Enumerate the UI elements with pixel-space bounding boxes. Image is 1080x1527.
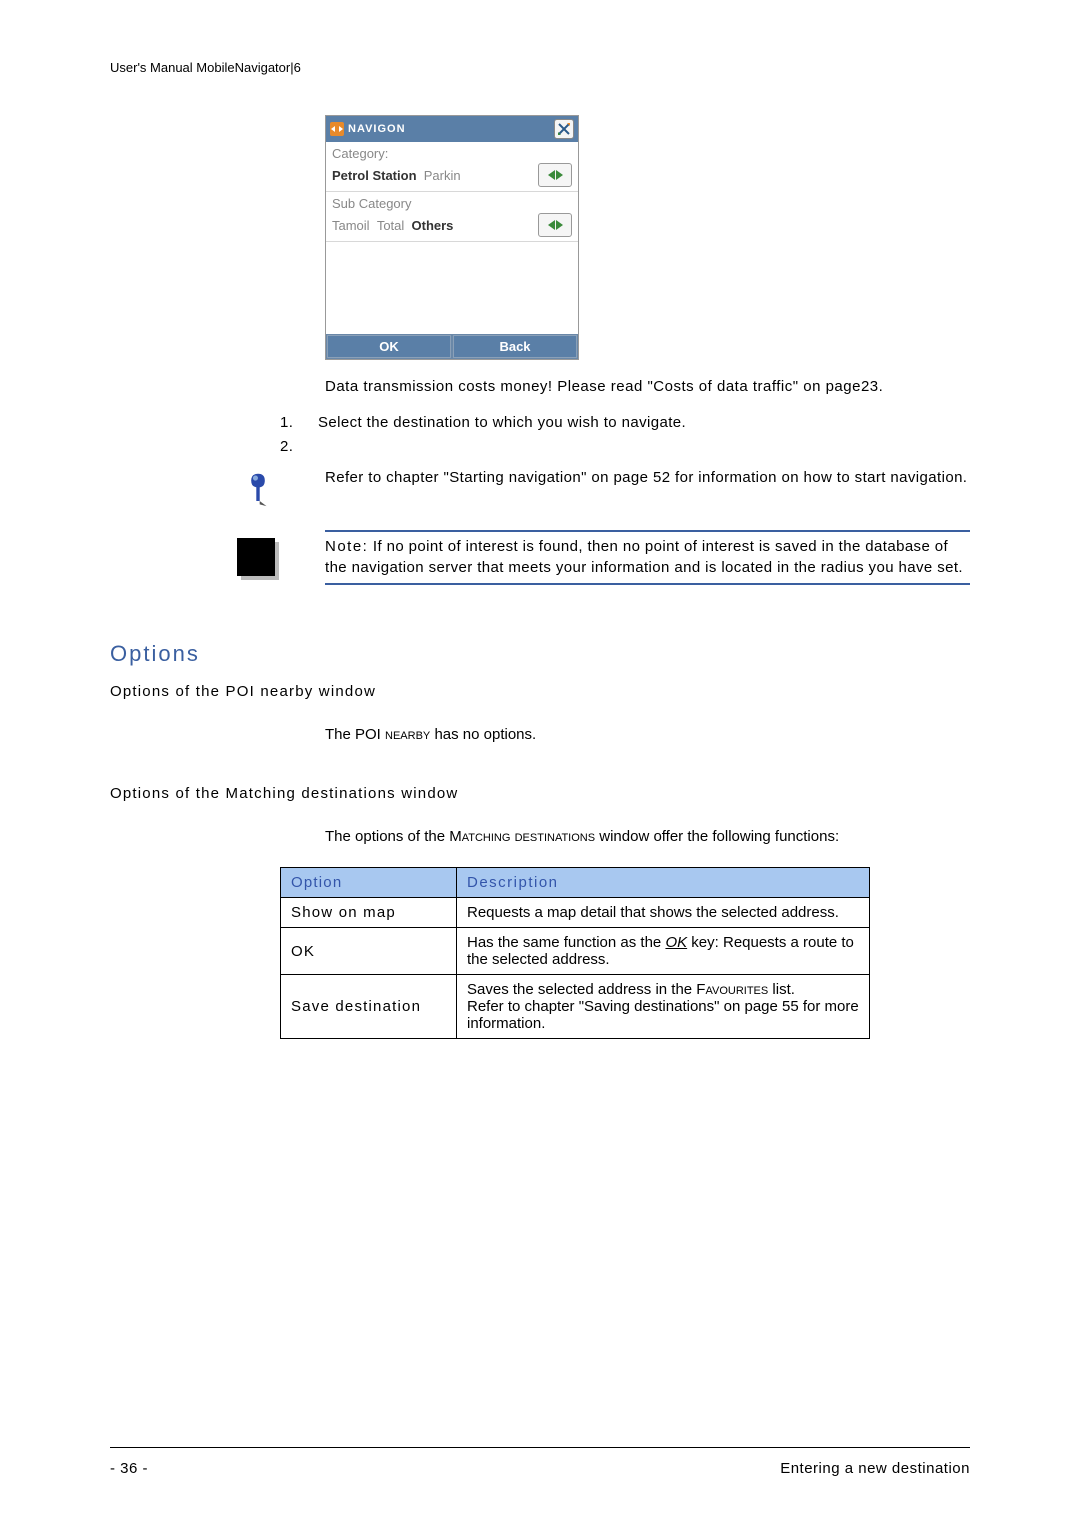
note-icon [237,538,275,576]
info-reference: Refer to chapter "Starting navigation" o… [325,467,970,489]
category-spinner[interactable] [538,163,572,187]
category-label: Category: [332,146,572,161]
step-2: 2. [280,435,970,459]
close-icon[interactable] [554,119,574,139]
navigon-logo-icon [330,122,344,136]
footer-section: Entering a new destination [780,1460,970,1477]
table-row: OK Has the same function as the OK key: … [281,928,870,975]
options-heading: Options [110,641,970,667]
options-table: Option Description Show on map Requests … [280,867,870,1039]
subcategory-label: Sub Category [332,196,572,211]
poi-text: The POI nearby has no options. [325,724,970,745]
subcategory-spinner[interactable] [538,213,572,237]
th-option: Option [281,868,457,898]
note-text: Note: If no point of interest is found, … [325,530,970,586]
subcategory-value[interactable]: Tamoil Total Others [332,218,453,233]
table-row: Save destination Saves the selected addr… [281,975,870,1039]
table-row: Show on map Requests a map detail that s… [281,898,870,928]
th-description: Description [457,868,870,898]
page-number: - 36 - [110,1460,148,1477]
step-1: 1.Select the destination to which you wi… [280,411,970,435]
page-header: User's Manual MobileNavigator|6 [110,60,970,75]
device-screenshot: NAVIGON Category: Petrol Station Parkin … [325,115,970,360]
matching-text: The options of the Matching destinations… [325,826,970,847]
back-softkey[interactable]: Back [453,335,577,358]
matching-subheading: Options of the Matching destinations win… [110,785,970,802]
cost-paragraph: Data transmission costs money! Please re… [325,376,970,397]
category-value[interactable]: Petrol Station Parkin [332,168,461,183]
app-title: NAVIGON [348,123,406,135]
info-pushpin-icon [241,467,275,510]
poi-subheading: Options of the POI nearby window [110,683,970,700]
ok-softkey[interactable]: OK [327,335,451,358]
